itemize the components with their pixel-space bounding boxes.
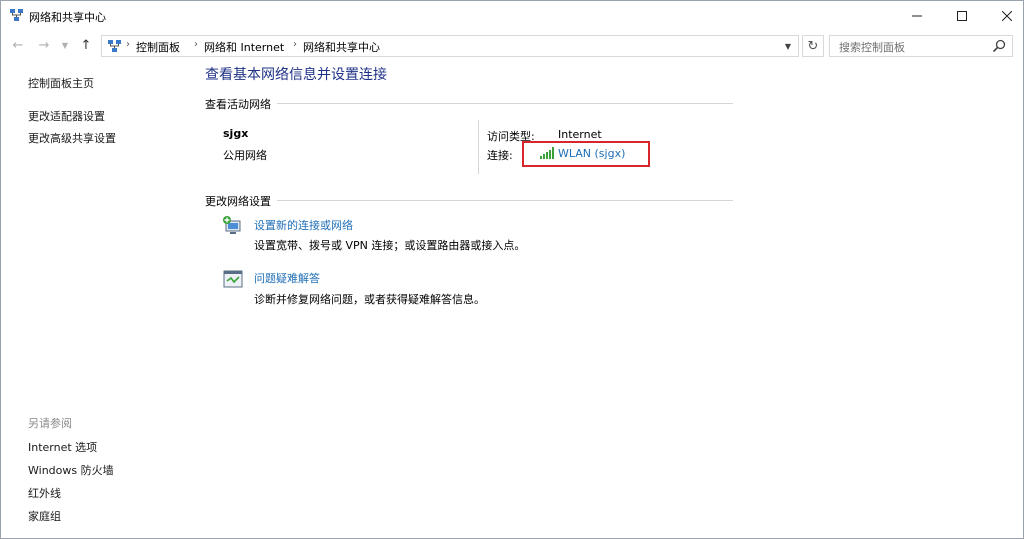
see-also-heading: 另请参阅 [28, 417, 72, 430]
title-bar: 网络和共享中心 [1, 1, 1023, 31]
refresh-icon: ↻ [807, 38, 819, 54]
section-divider [277, 200, 733, 201]
search-icon [992, 39, 1006, 53]
breadcrumb-control-panel[interactable]: 控制面板 [136, 39, 180, 55]
arrow-right-icon: → [38, 37, 50, 53]
refresh-button[interactable]: ↻ [802, 35, 824, 57]
internet-options-link[interactable]: Internet 选项 [28, 439, 97, 455]
control-panel-icon [108, 40, 121, 52]
breadcrumb-network-sharing-center[interactable]: 网络和共享中心 [303, 39, 380, 55]
vertical-divider [478, 120, 479, 174]
minimize-icon [911, 15, 922, 17]
setup-new-connection-description: 设置宽带、拨号或 VPN 连接；或设置路由器或接入点。 [254, 239, 526, 252]
access-type-value: Internet [558, 128, 602, 141]
recent-locations-button[interactable]: ▼ [59, 36, 71, 54]
window: 网络和共享中心 ← → ▼ ↑ › 控制面板 › 网络和 Internet › … [0, 0, 1024, 539]
address-bar[interactable]: › 控制面板 › 网络和 Internet › 网络和共享中心 ▼ [101, 35, 799, 57]
up-button[interactable]: ↑ [77, 36, 95, 54]
active-networks-heading: 查看活动网络 [205, 98, 271, 111]
chevron-down-icon: ▼ [61, 40, 69, 50]
change-advanced-sharing-link[interactable]: 更改高级共享设置 [28, 130, 116, 146]
windows-firewall-link[interactable]: Windows 防火墙 [28, 462, 114, 478]
arrow-left-icon: ← [12, 37, 24, 53]
maximize-icon [956, 11, 967, 21]
troubleshoot-icon [223, 270, 243, 288]
chevron-right-icon[interactable]: › [293, 39, 297, 50]
chevron-right-icon[interactable]: › [126, 39, 130, 50]
network-center-icon [10, 9, 23, 21]
minimize-button[interactable] [894, 1, 939, 31]
new-connection-icon [223, 216, 241, 234]
troubleshoot-link[interactable]: 问题疑难解答 [254, 270, 320, 286]
search-placeholder: 搜索控制面板 [839, 41, 905, 54]
address-dropdown-button[interactable]: ▼ [780, 38, 796, 54]
change-network-settings-heading: 更改网络设置 [205, 195, 271, 208]
wifi-signal-icon [540, 147, 554, 159]
page-title: 查看基本网络信息并设置连接 [205, 67, 387, 83]
wlan-connection-link[interactable]: WLAN (sjgx) [558, 147, 625, 160]
network-category-link[interactable]: 公用网络 [223, 147, 267, 163]
control-panel-home-link[interactable]: 控制面板主页 [28, 75, 94, 91]
connections-label: 连接: [487, 149, 513, 162]
back-button[interactable]: ← [9, 36, 27, 54]
setup-new-connection-link[interactable]: 设置新的连接或网络 [254, 217, 353, 233]
forward-button[interactable]: → [35, 36, 53, 54]
close-icon [1001, 11, 1012, 21]
breadcrumb-network-internet[interactable]: 网络和 Internet [204, 39, 284, 55]
network-name: sjgx [223, 127, 249, 140]
change-adapter-settings-link[interactable]: 更改适配器设置 [28, 108, 105, 124]
section-divider [277, 103, 733, 104]
chevron-right-icon[interactable]: › [194, 39, 198, 50]
search-input[interactable]: 搜索控制面板 [829, 35, 1013, 57]
navigation-bar: ← → ▼ ↑ › 控制面板 › 网络和 Internet › 网络和共享中心 … [1, 31, 1023, 59]
chevron-down-icon: ▼ [784, 41, 792, 51]
troubleshoot-description: 诊断并修复网络问题，或者获得疑难解答信息。 [254, 293, 485, 306]
close-button[interactable] [984, 1, 1024, 31]
infrared-link[interactable]: 红外线 [28, 485, 61, 501]
window-title: 网络和共享中心 [29, 11, 106, 24]
arrow-up-icon: ↑ [80, 37, 92, 53]
maximize-button[interactable] [939, 1, 984, 31]
homegroup-link[interactable]: 家庭组 [28, 508, 61, 524]
